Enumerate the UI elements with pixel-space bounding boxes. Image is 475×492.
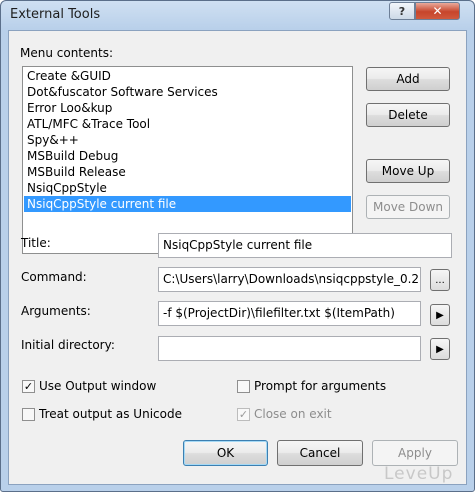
delete-button[interactable]: Delete: [366, 103, 450, 127]
apply-button[interactable]: Apply: [372, 440, 458, 466]
title-field[interactable]: NsiqCppStyle current file: [158, 233, 452, 258]
add-button[interactable]: Add: [366, 67, 450, 91]
close-icon: ✕: [432, 4, 443, 18]
list-item[interactable]: NsiqCppStyle current file: [24, 196, 351, 212]
close-on-exit-checkbox[interactable]: ✓: [237, 408, 250, 421]
menu-contents-label: Menu contents:: [20, 46, 113, 60]
dialog-body: Menu contents: Create &GUID Dot&fuscator …: [8, 30, 467, 485]
external-tools-window: External Tools ? ✕ Menu contents: Create…: [0, 0, 475, 492]
close-on-exit-label[interactable]: Close on exit: [254, 407, 332, 421]
list-item[interactable]: Create &GUID: [24, 68, 351, 84]
watermark: LeveUp: [384, 464, 454, 484]
list-item[interactable]: ATL/MFC &Trace Tool: [24, 116, 351, 132]
initial-directory-macro-button[interactable]: ▶: [430, 338, 450, 360]
arguments-macro-button[interactable]: ▶: [430, 304, 450, 326]
arguments-field[interactable]: -f $(ProjectDir)\filefilter.txt $(ItemPa…: [158, 301, 421, 326]
move-up-button[interactable]: Move Up: [366, 159, 450, 183]
initial-directory-label: Initial directory:: [21, 338, 115, 352]
move-down-button[interactable]: Move Down: [366, 195, 450, 219]
checkmark-icon: ✓: [238, 408, 249, 421]
command-field[interactable]: C:\Users\larry\Downloads\nsiqcppstyle_0.…: [158, 267, 421, 292]
arguments-label: Arguments:: [21, 304, 91, 318]
list-item[interactable]: Dot&fuscator Software Services: [24, 84, 351, 100]
use-output-window-label[interactable]: Use Output window: [39, 379, 156, 393]
command-browse-button[interactable]: ...: [430, 269, 450, 291]
arrow-right-icon: ▶: [436, 343, 444, 355]
list-item[interactable]: Spy&++: [24, 132, 351, 148]
initial-directory-field[interactable]: [158, 336, 421, 361]
treat-output-unicode-checkbox[interactable]: [22, 408, 35, 421]
list-item[interactable]: MSBuild Debug: [24, 148, 351, 164]
ellipsis-icon: ...: [435, 274, 445, 286]
help-button[interactable]: ?: [389, 2, 415, 20]
arrow-right-icon: ▶: [436, 309, 444, 321]
prompt-for-arguments-checkbox[interactable]: [237, 380, 250, 393]
list-item[interactable]: Error Loo&kup: [24, 100, 351, 116]
close-button[interactable]: ✕: [415, 2, 460, 20]
cancel-button[interactable]: Cancel: [277, 440, 363, 466]
window-title: External Tools: [10, 7, 101, 22]
help-icon: ?: [398, 4, 406, 18]
prompt-for-arguments-label[interactable]: Prompt for arguments: [254, 379, 386, 393]
title-label: Title:: [21, 236, 51, 250]
list-item[interactable]: NsiqCppStyle: [24, 180, 351, 196]
title-bar[interactable]: External Tools ? ✕: [1, 1, 474, 29]
menu-contents-list[interactable]: Create &GUID Dot&fuscator Software Servic…: [22, 66, 353, 254]
ok-button[interactable]: OK: [183, 440, 268, 466]
list-item[interactable]: MSBuild Release: [24, 164, 351, 180]
checkmark-icon: ✓: [23, 380, 34, 393]
command-label: Command:: [21, 270, 87, 284]
treat-output-unicode-label[interactable]: Treat output as Unicode: [39, 407, 182, 421]
use-output-window-checkbox[interactable]: ✓: [22, 380, 35, 393]
